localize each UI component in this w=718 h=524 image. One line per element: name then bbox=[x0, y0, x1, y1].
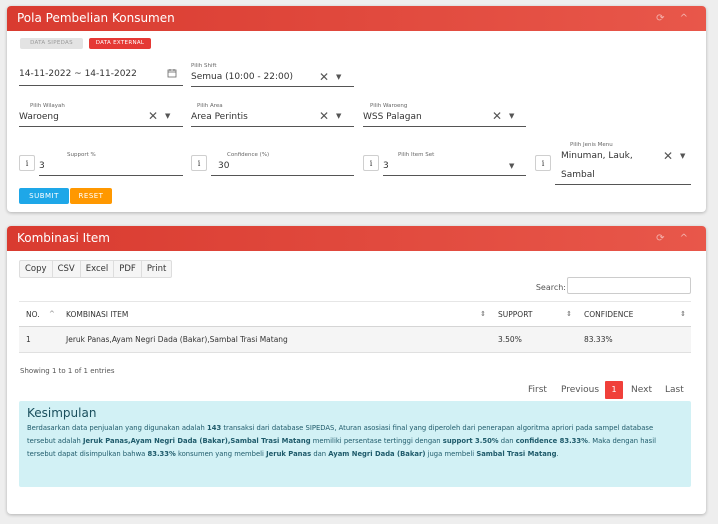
clear-area-icon[interactable]: ✕ bbox=[319, 110, 329, 122]
filter-card-title: Pola Pembelian Konsumen bbox=[17, 11, 175, 25]
search-label: Search: bbox=[535, 283, 566, 292]
data-sipedas-tab[interactable]: DATA SIPEDAS bbox=[20, 38, 83, 49]
confidence-label: Confidence (%) bbox=[227, 152, 270, 158]
table-info: Showing 1 to 1 of 1 entries bbox=[20, 367, 115, 375]
jenis-menu-dropdown-icon[interactable]: ▼ bbox=[680, 151, 685, 161]
shift-label: Pilih Shift bbox=[191, 63, 217, 69]
col-header-support[interactable]: SUPPORT ⇕ bbox=[491, 301, 577, 327]
jenis-menu-underline bbox=[555, 184, 691, 185]
itemset-select[interactable]: 3 bbox=[383, 161, 389, 171]
clear-jenis-menu-icon[interactable]: ✕ bbox=[663, 150, 673, 162]
data-external-tab[interactable]: DATA EXTERNAL bbox=[89, 38, 151, 49]
sort-asc-icon: ^ bbox=[49, 310, 55, 318]
area-underline bbox=[191, 126, 354, 127]
filter-card: Pola Pembelian Konsumen ⟳ ^ DATA SIPEDAS… bbox=[7, 6, 706, 212]
jenis-menu-info-icon[interactable]: i bbox=[535, 155, 551, 171]
pagination-first[interactable]: First bbox=[528, 381, 547, 399]
confidence-input[interactable]: 30 bbox=[218, 161, 229, 171]
shift-dropdown-icon[interactable]: ▼ bbox=[336, 72, 341, 82]
pagination-page-1[interactable]: 1 bbox=[605, 381, 623, 399]
waroeng-select[interactable]: WSS Palagan bbox=[363, 112, 422, 122]
itemset-underline bbox=[383, 175, 526, 176]
sort-icon: ⇕ bbox=[680, 310, 686, 318]
jenis-menu-label: Pilih Jenis Menu bbox=[570, 142, 613, 148]
shift-select[interactable]: Semua (10:00 - 22:00) bbox=[191, 72, 293, 82]
clear-waroeng-icon[interactable]: ✕ bbox=[492, 110, 502, 122]
pagination-last[interactable]: Last bbox=[665, 381, 684, 399]
sort-icon: ⇕ bbox=[566, 310, 572, 318]
collapse-icon[interactable]: ⟳ ^ bbox=[656, 226, 694, 251]
waroeng-dropdown-icon[interactable]: ▼ bbox=[509, 111, 514, 121]
print-button[interactable]: Print bbox=[142, 261, 172, 277]
conclusion-box: Kesimpulan Berdasarkan data penjualan ya… bbox=[19, 401, 691, 487]
jenis-menu-tag-line1[interactable]: Minuman, Lauk, bbox=[561, 151, 633, 161]
result-card-header: Kombinasi Item ⟳ ^ bbox=[7, 226, 706, 251]
itemset-dropdown-icon[interactable]: ▼ bbox=[509, 161, 514, 171]
wilayah-select[interactable]: Waroeng bbox=[19, 112, 59, 122]
col-header-kombinasi[interactable]: KOMBINASI ITEM ⇕ bbox=[59, 301, 491, 327]
area-label: Pilih Area bbox=[197, 103, 223, 109]
csv-button[interactable]: CSV bbox=[53, 261, 81, 277]
conclusion-title: Kesimpulan bbox=[27, 406, 97, 420]
col-header-no[interactable]: NO. ^ bbox=[19, 301, 59, 327]
support-info-icon[interactable]: i bbox=[19, 155, 35, 171]
cell-kombinasi: Jeruk Panas,Ayam Negri Dada (Bakar),Samb… bbox=[59, 326, 491, 353]
pagination-previous[interactable]: Previous bbox=[561, 381, 599, 399]
cell-confidence: 83.33% bbox=[577, 326, 691, 353]
calendar-icon[interactable] bbox=[167, 68, 177, 78]
submit-button[interactable]: SUBMIT bbox=[19, 188, 69, 204]
confidence-info-icon[interactable]: i bbox=[191, 155, 207, 171]
itemset-label: Pilih Item Set bbox=[398, 152, 435, 158]
support-label: Support % bbox=[67, 152, 96, 158]
wilayah-dropdown-icon[interactable]: ▼ bbox=[165, 111, 170, 121]
itemset-info-icon[interactable]: i bbox=[363, 155, 379, 171]
support-underline bbox=[39, 175, 183, 176]
conclusion-text: Berdasarkan data penjualan yang digunaka… bbox=[27, 424, 656, 458]
result-card: Kombinasi Item ⟳ ^ Copy CSV Excel PDF Pr… bbox=[7, 226, 706, 514]
clear-wilayah-icon[interactable]: ✕ bbox=[148, 110, 158, 122]
area-dropdown-icon[interactable]: ▼ bbox=[336, 111, 341, 121]
excel-button[interactable]: Excel bbox=[81, 261, 115, 277]
support-input[interactable]: 3 bbox=[39, 161, 45, 171]
pagination-next[interactable]: Next bbox=[631, 381, 652, 399]
shift-underline bbox=[191, 86, 354, 87]
reset-button[interactable]: RESET bbox=[70, 188, 112, 204]
sort-icon: ⇕ bbox=[480, 310, 486, 318]
area-select[interactable]: Area Perintis bbox=[191, 112, 248, 122]
confidence-underline bbox=[211, 175, 354, 176]
jenis-menu-tag-line2[interactable]: Sambal bbox=[561, 170, 595, 180]
table-row: 1 Jeruk Panas,Ayam Negri Dada (Bakar),Sa… bbox=[19, 326, 691, 353]
result-card-title: Kombinasi Item bbox=[17, 231, 110, 245]
copy-button[interactable]: Copy bbox=[20, 261, 53, 277]
wilayah-underline bbox=[19, 126, 183, 127]
cell-support: 3.50% bbox=[491, 326, 577, 353]
waroeng-label: Pilih Waroeng bbox=[370, 103, 408, 109]
export-buttons: Copy CSV Excel PDF Print bbox=[19, 260, 173, 278]
kombinasi-table: NO. ^ KOMBINASI ITEM ⇕ SUPPORT ⇕ CONFIDENCE… bbox=[19, 301, 691, 353]
col-header-confidence[interactable]: CONFIDENCE ⇕ bbox=[577, 301, 691, 327]
wilayah-label: Pilih Wilayah bbox=[30, 103, 65, 109]
date-range-underline bbox=[19, 85, 183, 86]
date-range-input[interactable]: 14-11-2022 ~ 14-11-2022 bbox=[19, 69, 137, 79]
pdf-button[interactable]: PDF bbox=[114, 261, 142, 277]
waroeng-underline bbox=[363, 126, 526, 127]
search-input[interactable] bbox=[567, 277, 691, 294]
clear-shift-icon[interactable]: ✕ bbox=[319, 71, 329, 83]
cell-no: 1 bbox=[19, 326, 59, 353]
collapse-icon[interactable]: ⟳ ^ bbox=[656, 6, 694, 31]
filter-card-header: Pola Pembelian Konsumen ⟳ ^ bbox=[7, 6, 706, 31]
